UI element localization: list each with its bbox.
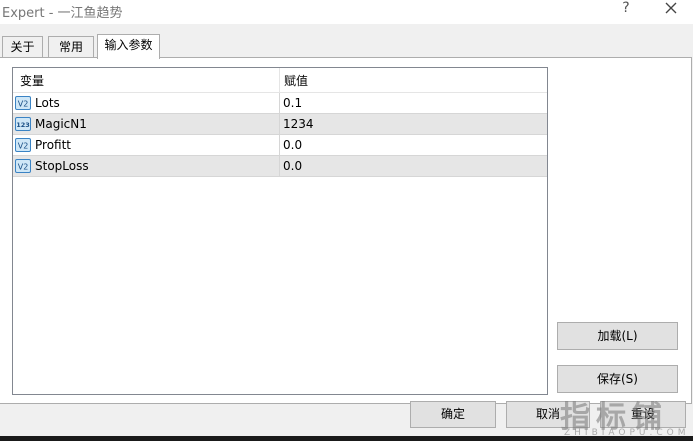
title-bar: Expert - 一江鱼趋势 ? (0, 0, 693, 24)
svg-text:V2: V2 (18, 142, 29, 151)
row-value[interactable]: 0.0 (283, 138, 302, 152)
watermark: 指标铺 ZHIBIAOPU.COM (560, 392, 693, 441)
ok-button[interactable]: 确定 (410, 401, 496, 428)
table-row[interactable]: V2 Profitt 0.0 (13, 135, 547, 156)
cell-separator (279, 156, 280, 176)
123-icon: 123 (15, 117, 31, 131)
header-variable[interactable]: 变量 (20, 72, 44, 89)
table-row[interactable]: V2 Lots 0.1 (13, 93, 547, 114)
tab-common[interactable]: 常用 (48, 36, 94, 57)
cell-separator (279, 93, 280, 113)
close-icon[interactable] (662, 0, 680, 17)
tab-inputs[interactable]: 输入参数 (97, 34, 160, 59)
table-row[interactable]: 123 MagicN1 1234 (13, 114, 547, 135)
v2-icon: V2 (15, 159, 31, 173)
cell-separator (279, 114, 280, 134)
bottom-edge (0, 436, 693, 441)
help-button[interactable]: ? (619, 0, 633, 16)
column-separator[interactable] (279, 68, 280, 92)
table-header: 变量 赋值 (13, 68, 547, 93)
load-button[interactable]: 加载(L) (557, 322, 678, 350)
row-name: Profitt (35, 138, 72, 152)
window-title: Expert - 一江鱼趋势 (2, 6, 123, 21)
row-value[interactable]: 0.1 (283, 96, 302, 110)
v2-icon: V2 (15, 96, 31, 110)
v2-icon: V2 (15, 138, 31, 152)
svg-text:V2: V2 (18, 100, 29, 109)
table-row[interactable]: V2 StopLoss 0.0 (13, 156, 547, 177)
cell-separator (279, 135, 280, 155)
save-button[interactable]: 保存(S) (557, 365, 678, 393)
tab-about[interactable]: 关于 (2, 36, 43, 57)
row-name: StopLoss (35, 159, 89, 173)
row-name: MagicN1 (35, 117, 87, 131)
row-value[interactable]: 1234 (283, 117, 314, 131)
header-value[interactable]: 赋值 (284, 72, 308, 89)
parameters-table: 变量 赋值 V2 Lots 0.1 123 MagicN1 1234 V2 Pr… (12, 67, 548, 395)
row-name: Lots (35, 96, 60, 110)
svg-text:V2: V2 (18, 163, 29, 172)
row-value[interactable]: 0.0 (283, 159, 302, 173)
svg-text:123: 123 (16, 121, 30, 129)
